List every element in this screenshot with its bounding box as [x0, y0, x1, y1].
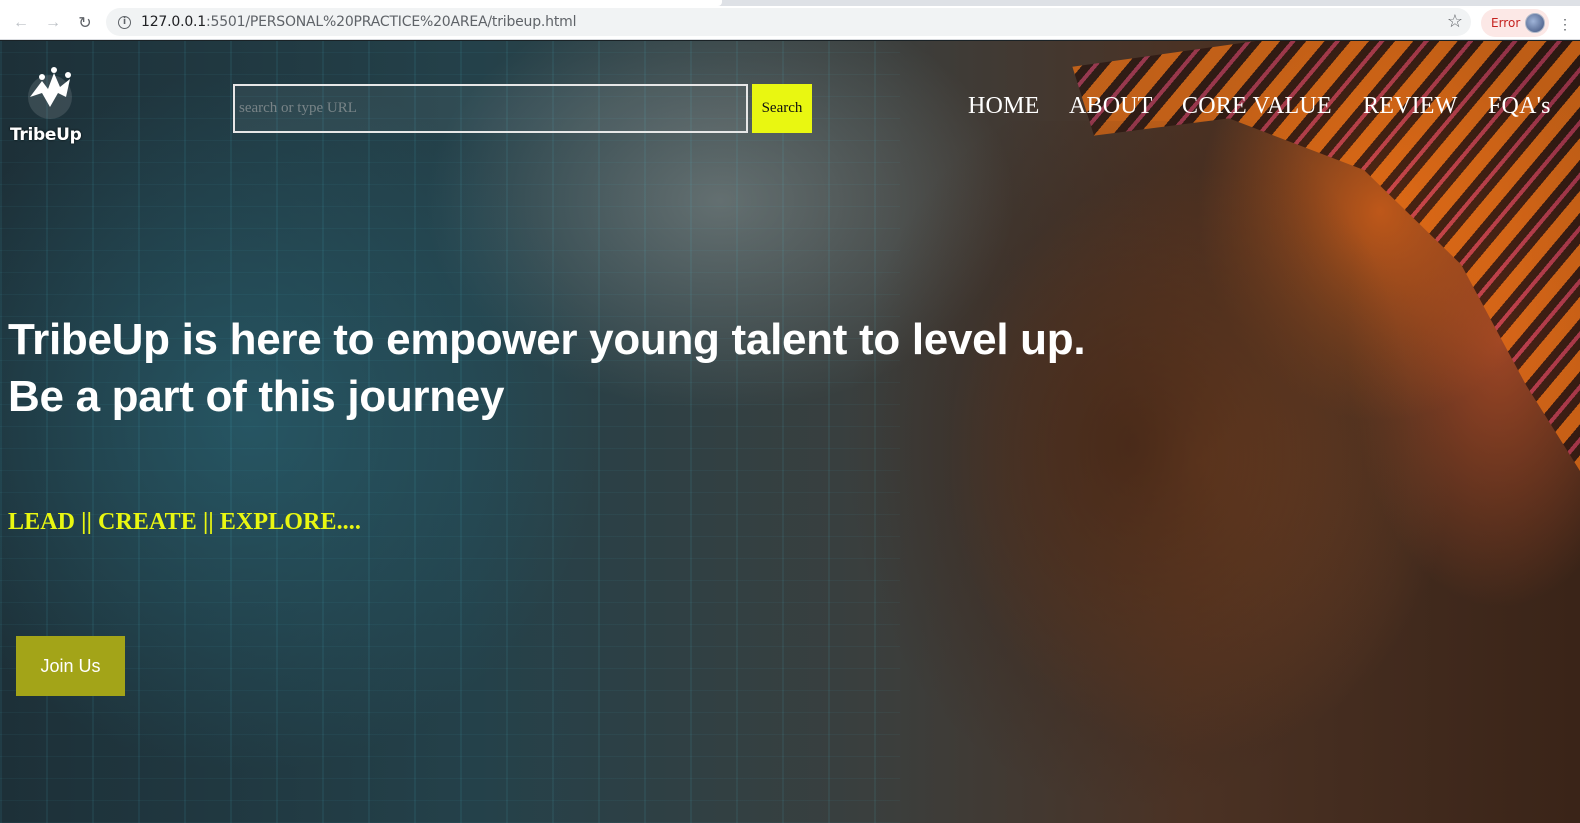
url-text[interactable]: 127.0.0.1:5501/PERSONAL%20PRACTICE%20ARE…: [141, 14, 576, 30]
hero-section: TribeUp Search HOME ABOUT CORE VALUE REV…: [0, 41, 1580, 823]
background-code-graphic: [0, 41, 900, 823]
logo-text: TribeUp: [10, 125, 82, 145]
back-icon[interactable]: ←: [8, 10, 34, 36]
nav-home[interactable]: HOME: [968, 93, 1039, 120]
nav-about[interactable]: ABOUT: [1069, 93, 1153, 120]
nav-core-value[interactable]: CORE VALUE: [1182, 93, 1332, 120]
logo-icon: [28, 67, 72, 119]
info-icon[interactable]: i: [118, 15, 131, 29]
url-path: :5501/PERSONAL%20PRACTICE%20AREA/tribeup…: [206, 14, 577, 30]
hero-headline-line-2: Be a part of this journey: [8, 372, 505, 421]
join-us-button[interactable]: Join Us: [16, 636, 125, 696]
nav-review[interactable]: REVIEW: [1363, 93, 1458, 120]
logo[interactable]: TribeUp: [8, 67, 90, 149]
menu-icon[interactable]: ⋮: [1558, 16, 1572, 33]
hero-headline: TribeUp is here to empower young talent …: [8, 311, 1208, 425]
browser-toolbar: ← → ↻ i 127.0.0.1:5501/PERSONAL%20PRACTI…: [0, 6, 1580, 40]
address-bar[interactable]: i 127.0.0.1:5501/PERSONAL%20PRACTICE%20A…: [106, 8, 1471, 36]
background-portrait-graphic: [820, 121, 1440, 823]
reload-icon[interactable]: ↻: [72, 10, 98, 36]
search-button[interactable]: Search: [752, 84, 812, 133]
profile-error-button[interactable]: Error: [1481, 9, 1549, 37]
forward-icon[interactable]: →: [40, 10, 66, 36]
nav-faqs[interactable]: FQA's: [1488, 93, 1551, 120]
hero-tagline: LEAD || CREATE || EXPLORE....: [8, 509, 361, 535]
search-input[interactable]: [233, 84, 748, 133]
url-host: 127.0.0.1: [141, 14, 206, 30]
avatar: [1525, 13, 1545, 33]
error-label: Error: [1491, 16, 1521, 30]
hero-headline-line-1: TribeUp is here to empower young talent …: [8, 315, 1086, 364]
star-icon[interactable]: ☆: [1447, 11, 1463, 32]
